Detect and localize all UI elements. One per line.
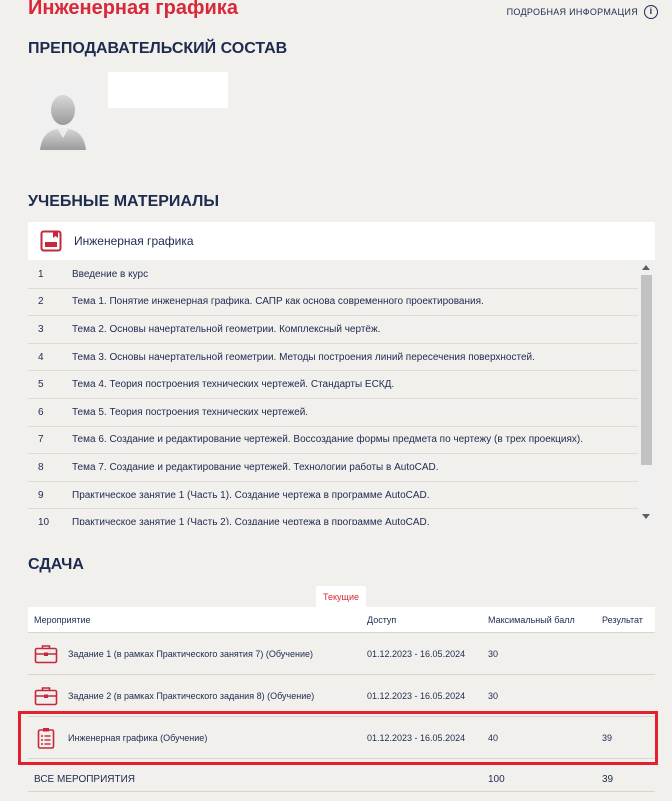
material-item-number: 4 xyxy=(38,351,44,363)
teacher-name-box xyxy=(108,72,228,108)
material-item-label[interactable]: Тема 1. Понятие инженерная графика. САПР… xyxy=(72,296,484,307)
material-item[interactable]: 5 Тема 4. Теория построения технических ч… xyxy=(28,371,655,399)
material-item[interactable]: 6 Тема 5. Теория построения технических ч… xyxy=(28,399,655,427)
material-item-number: 10 xyxy=(38,517,50,525)
material-item[interactable]: 10 Практическое занятие 1 (Часть 2). Созд… xyxy=(28,509,655,525)
material-header[interactable]: Инженерная графика xyxy=(28,222,655,260)
material-item-label[interactable]: Тема 4. Теория построения технических че… xyxy=(72,379,394,390)
material-item[interactable]: 7 Тема 6. Создание и редактирование черте… xyxy=(28,427,655,455)
material-item-label[interactable]: Введение в курс xyxy=(72,269,148,280)
material-item-number: 1 xyxy=(38,268,44,280)
col-result: Результат xyxy=(602,614,643,625)
person-icon xyxy=(30,84,96,150)
material-item-number: 9 xyxy=(38,489,44,501)
briefcase-icon xyxy=(34,686,58,705)
materials-section-title: УЧЕБНЫЕ МАТЕРИАЛЫ xyxy=(28,193,220,210)
totals-max-score: 100 xyxy=(488,774,505,785)
material-item-label[interactable]: Тема 6. Создание и редактирование чертеж… xyxy=(72,434,583,445)
material-item-label[interactable]: Практическое занятие 1 (Часть 1). Создан… xyxy=(72,490,430,501)
material-item-label[interactable]: Тема 7. Создание и редактирование чертеж… xyxy=(72,462,439,473)
material-item[interactable]: 9 Практическое занятие 1 (Часть 1). Созда… xyxy=(28,482,655,510)
max-score: 30 xyxy=(488,648,499,659)
material-name: Инженерная графика xyxy=(74,234,194,248)
course-title: Инженерная графика xyxy=(28,0,238,19)
table-header: Мероприятие Доступ Максимальный балл Рез… xyxy=(28,607,655,633)
material-item-number: 5 xyxy=(38,379,44,391)
scroll-thumb[interactable] xyxy=(641,275,652,465)
totals-label: ВСЕ МЕРОПРИЯТИЯ xyxy=(34,774,136,785)
highlight-box xyxy=(18,711,658,765)
material-item[interactable]: 8 Тема 7. Создание и редактирование черте… xyxy=(28,454,655,482)
material-item[interactable]: 2 Тема 1. Понятие инженерная графика. САП… xyxy=(28,289,655,317)
material-item-number: 3 xyxy=(38,323,44,335)
col-max-score: Максимальный балл xyxy=(488,614,575,625)
briefcase-icon xyxy=(34,644,58,663)
col-access: Доступ xyxy=(367,614,397,625)
material-item-label[interactable]: Тема 3. Основы начертательной геометрии.… xyxy=(72,352,535,363)
access-dates: 01.12.2023 - 16.05.2024 xyxy=(367,648,466,659)
event-link[interactable]: Задание 2 (в рамках Практического задани… xyxy=(68,691,314,701)
totals-row: ВСЕ МЕРОПРИЯТИЯ 100 39 xyxy=(28,768,655,792)
col-event: Мероприятие xyxy=(34,614,91,625)
material-item-label[interactable]: Тема 2. Основы начертательной геометрии.… xyxy=(72,324,380,335)
tab-current[interactable]: Текущие xyxy=(316,586,366,608)
material-scrollbar[interactable] xyxy=(638,261,655,525)
scroll-up-icon[interactable] xyxy=(642,265,650,270)
teacher-avatar xyxy=(30,84,96,150)
table-row: Задание 1 (в рамках Практического заняти… xyxy=(28,633,655,675)
more-info-link[interactable]: ПОДРОБНАЯ ИНФОРМАЦИЯ i xyxy=(507,5,658,19)
material-item[interactable]: 1 Введение в курс xyxy=(28,261,655,289)
info-icon[interactable]: i xyxy=(644,5,658,19)
submission-section-title: СДАЧА xyxy=(28,556,84,573)
document-icon xyxy=(40,230,62,252)
totals-result: 39 xyxy=(602,774,614,785)
material-item-label[interactable]: Тема 5. Теория построения технических че… xyxy=(72,407,308,418)
event-link[interactable]: Задание 1 (в рамках Практического заняти… xyxy=(68,649,313,659)
material-item[interactable]: 3 Тема 2. Основы начертательной геометрии… xyxy=(28,316,655,344)
material-item-label[interactable]: Практическое занятие 1 (Часть 2). Создан… xyxy=(72,517,430,525)
material-item-number: 2 xyxy=(38,296,44,308)
material-item-number: 6 xyxy=(38,406,44,418)
teachers-section-title: ПРЕПОДАВАТЕЛЬСКИЙ СОСТАВ xyxy=(28,40,288,57)
more-info-label: ПОДРОБНАЯ ИНФОРМАЦИЯ xyxy=(506,7,638,17)
access-dates: 01.12.2023 - 16.05.2024 xyxy=(367,690,466,701)
material-item-number: 7 xyxy=(38,434,44,446)
material-list[interactable]: 1 Введение в курс 2 Тема 1. Понятие инженер… xyxy=(28,261,655,525)
max-score: 30 xyxy=(488,690,499,701)
material-item[interactable]: 4 Тема 3. Основы начертательной геометрии… xyxy=(28,344,655,372)
material-item-number: 8 xyxy=(38,461,44,473)
scroll-down-icon[interactable] xyxy=(642,514,650,519)
